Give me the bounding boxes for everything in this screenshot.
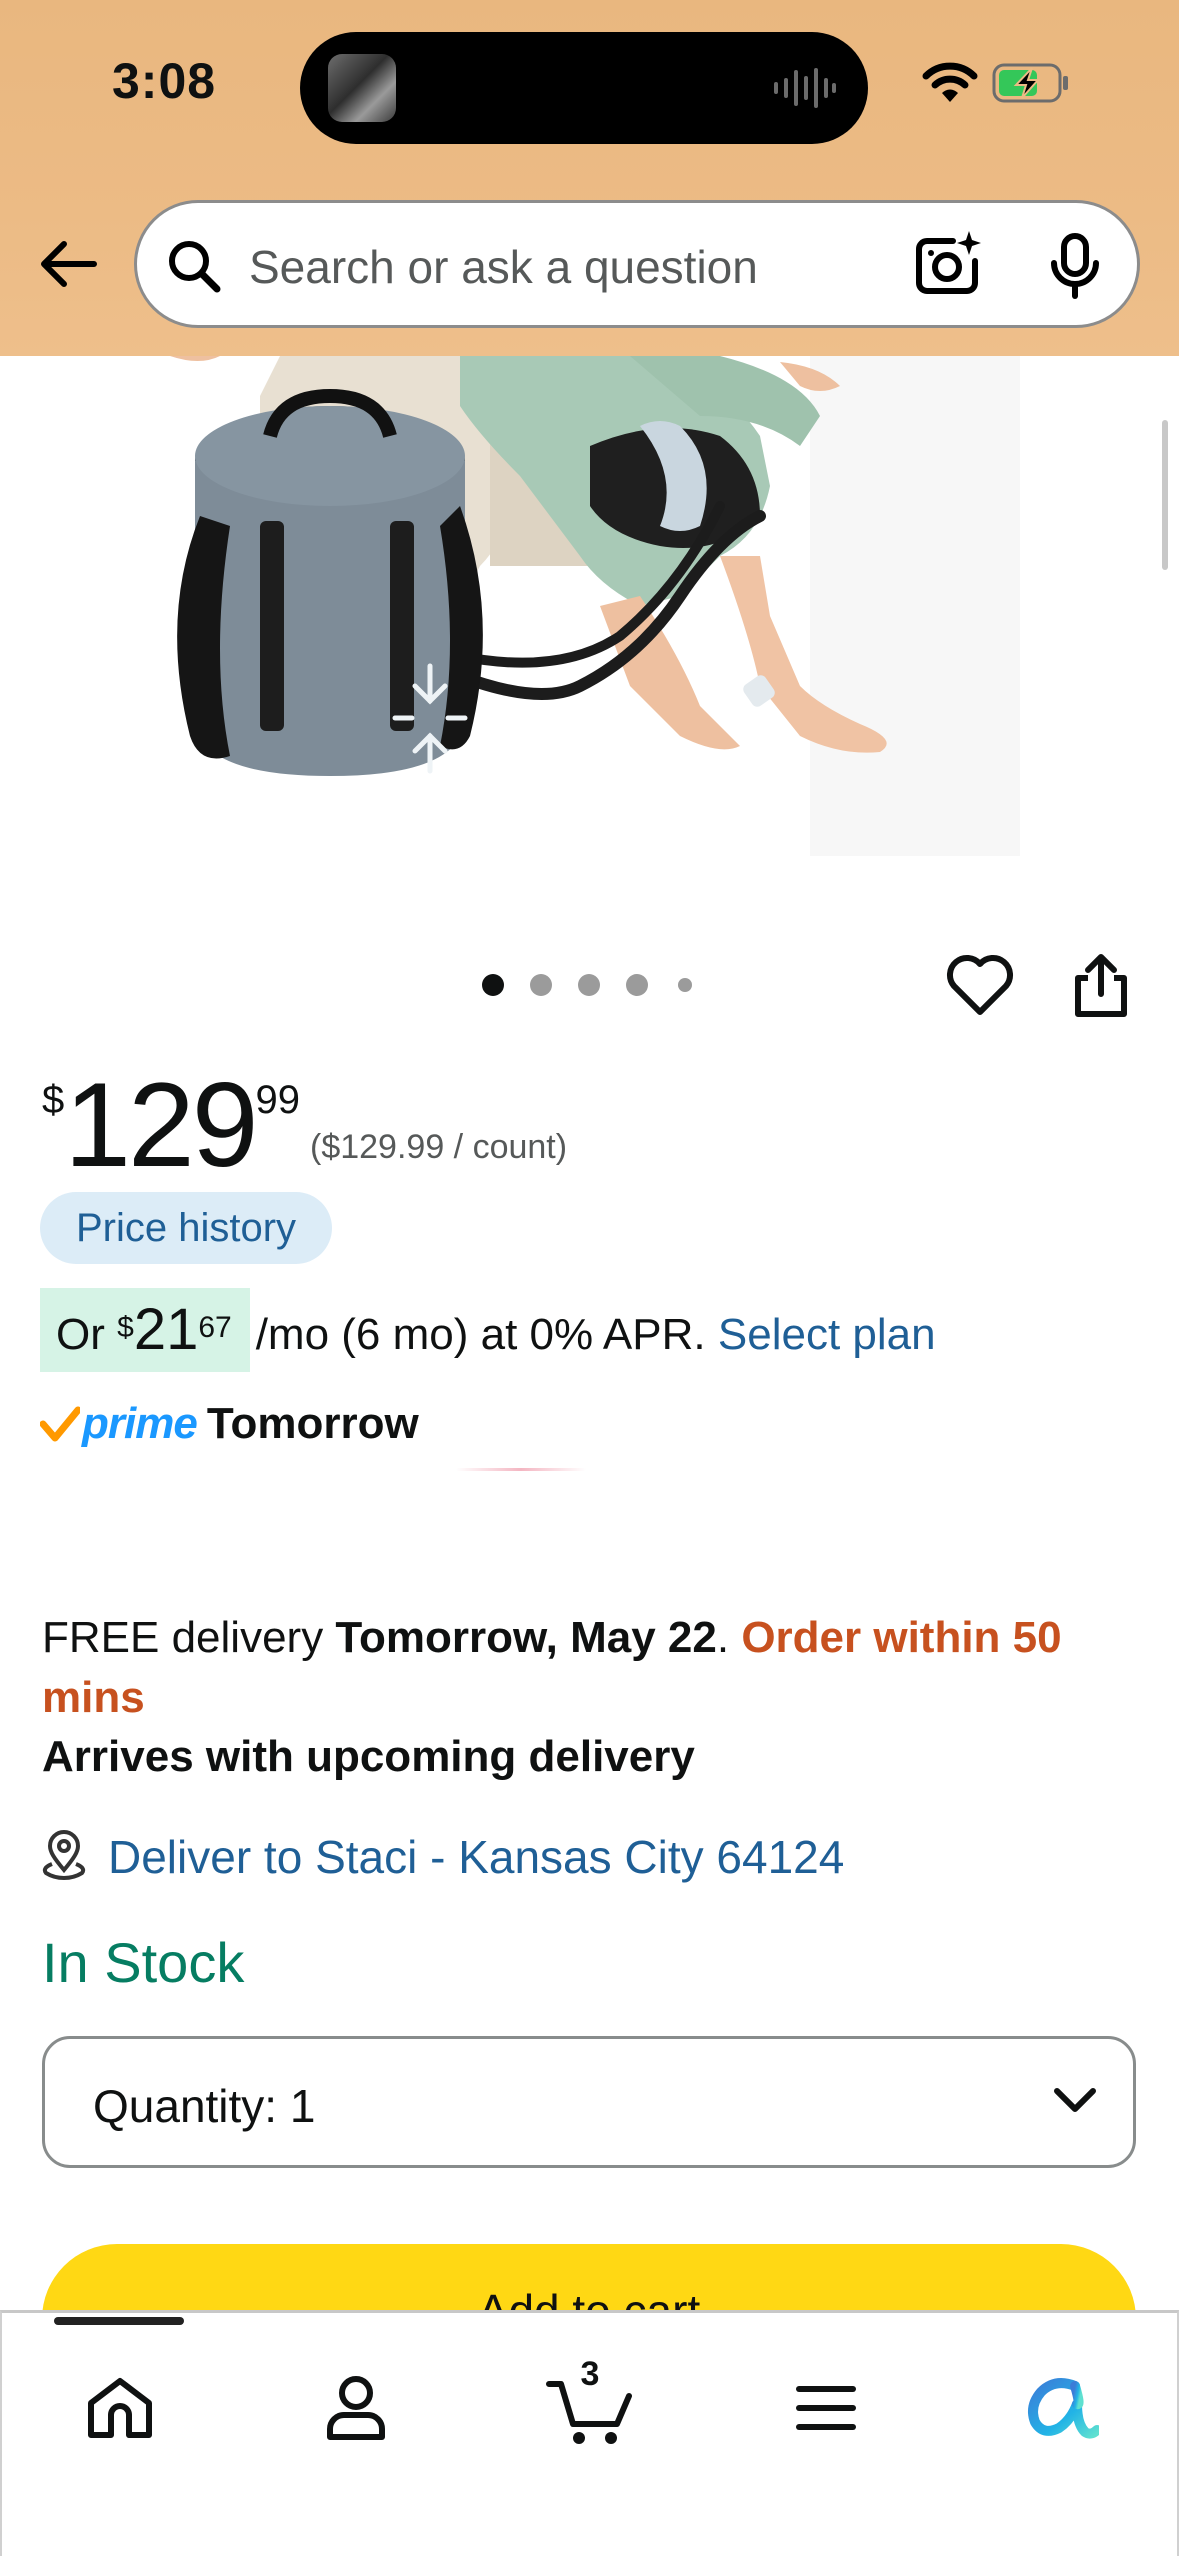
search-bar[interactable] xyxy=(134,200,1140,328)
search-icon xyxy=(169,241,221,293)
arrives-note: Arrives with upcoming delivery xyxy=(42,1732,695,1781)
delivery-prefix: FREE delivery xyxy=(42,1613,324,1662)
chevron-down-icon xyxy=(1054,2088,1096,2112)
installment-offer: Or $2167/mo (6 mo) at 0% APR. Select pla… xyxy=(40,1288,936,1372)
share-icon[interactable] xyxy=(1070,952,1132,1020)
location-pin-icon xyxy=(42,1830,86,1880)
audio-waveform-icon xyxy=(774,68,836,108)
nav-rufus[interactable] xyxy=(1002,2353,1122,2463)
camera-lens-icon[interactable] xyxy=(913,229,983,299)
delivery-period: . xyxy=(716,1613,730,1662)
select-plan-link[interactable]: Select plan xyxy=(718,1310,936,1359)
nav-home[interactable] xyxy=(60,2353,180,2463)
prime-check-icon xyxy=(40,1406,80,1442)
home-icon xyxy=(88,2378,152,2438)
cart-count-badge: 3 xyxy=(580,2355,600,2393)
installment-terms: /mo (6 mo) at 0% APR. xyxy=(255,1310,706,1359)
carousel-dot[interactable] xyxy=(678,978,692,992)
nav-cart[interactable]: 3 xyxy=(530,2353,650,2463)
deliver-to-link[interactable]: Deliver to Staci - Kansas City 64124 xyxy=(108,1830,844,1884)
nav-active-indicator xyxy=(54,2317,184,2325)
price: $12999 xyxy=(42,1060,300,1190)
search-input[interactable] xyxy=(247,227,1011,307)
installment-whole: 21 xyxy=(133,1297,199,1362)
prime-logo: prime xyxy=(82,1399,198,1448)
installment-currency: $ xyxy=(117,1311,134,1344)
scroll-indicator xyxy=(1162,420,1168,570)
quantity-value: 1 xyxy=(289,2080,316,2132)
rufus-assistant-icon xyxy=(1028,2378,1099,2439)
carousel-dot[interactable] xyxy=(530,974,552,996)
price-whole: 129 xyxy=(64,1058,258,1192)
person-icon xyxy=(327,2376,385,2440)
divider xyxy=(456,1468,586,1471)
installment-prefix: Or xyxy=(56,1310,105,1359)
app-header: 3:08 xyxy=(0,0,1179,356)
price-fraction: 99 xyxy=(255,1078,300,1122)
bottom-nav: 3 xyxy=(0,2310,1179,2556)
nav-account[interactable] xyxy=(296,2353,416,2463)
prime-delivery-day: Tomorrow xyxy=(206,1399,419,1448)
carousel-dots[interactable] xyxy=(470,970,710,1000)
carousel-dot-active[interactable] xyxy=(482,974,504,996)
delivery-info: FREE delivery Tomorrow, May 22. Order wi… xyxy=(42,1608,1132,1728)
carousel-dot[interactable] xyxy=(578,974,600,996)
wifi-icon xyxy=(922,62,978,102)
dynamic-island[interactable] xyxy=(300,32,868,144)
now-playing-artwork xyxy=(328,54,396,122)
stock-status: In Stock xyxy=(42,1931,245,1994)
product-image[interactable] xyxy=(160,356,1020,866)
installment-amount: Or $2167 xyxy=(40,1288,250,1372)
price-history-button[interactable]: Price history xyxy=(40,1192,333,1264)
nav-menu[interactable] xyxy=(766,2353,886,2463)
carousel-dot[interactable] xyxy=(626,974,648,996)
back-arrow-icon[interactable] xyxy=(38,238,98,290)
quantity-select[interactable]: Quantity: 1 xyxy=(42,2036,1136,2168)
battery-charging-icon xyxy=(992,63,1068,103)
microphone-icon[interactable] xyxy=(1049,233,1101,299)
delivery-date: Tomorrow, May 22 xyxy=(335,1613,717,1662)
hamburger-menu-icon xyxy=(796,2386,856,2430)
installment-fraction: 67 xyxy=(198,1311,232,1344)
quantity-label: Quantity: 1 xyxy=(93,2080,316,2132)
unit-price: ($129.99 / count) xyxy=(310,1128,568,1166)
heart-icon[interactable] xyxy=(946,954,1014,1016)
price-currency: $ xyxy=(42,1078,65,1122)
prime-delivery-badge: prime Tomorrow xyxy=(40,1394,419,1454)
status-time: 3:08 xyxy=(112,53,217,109)
